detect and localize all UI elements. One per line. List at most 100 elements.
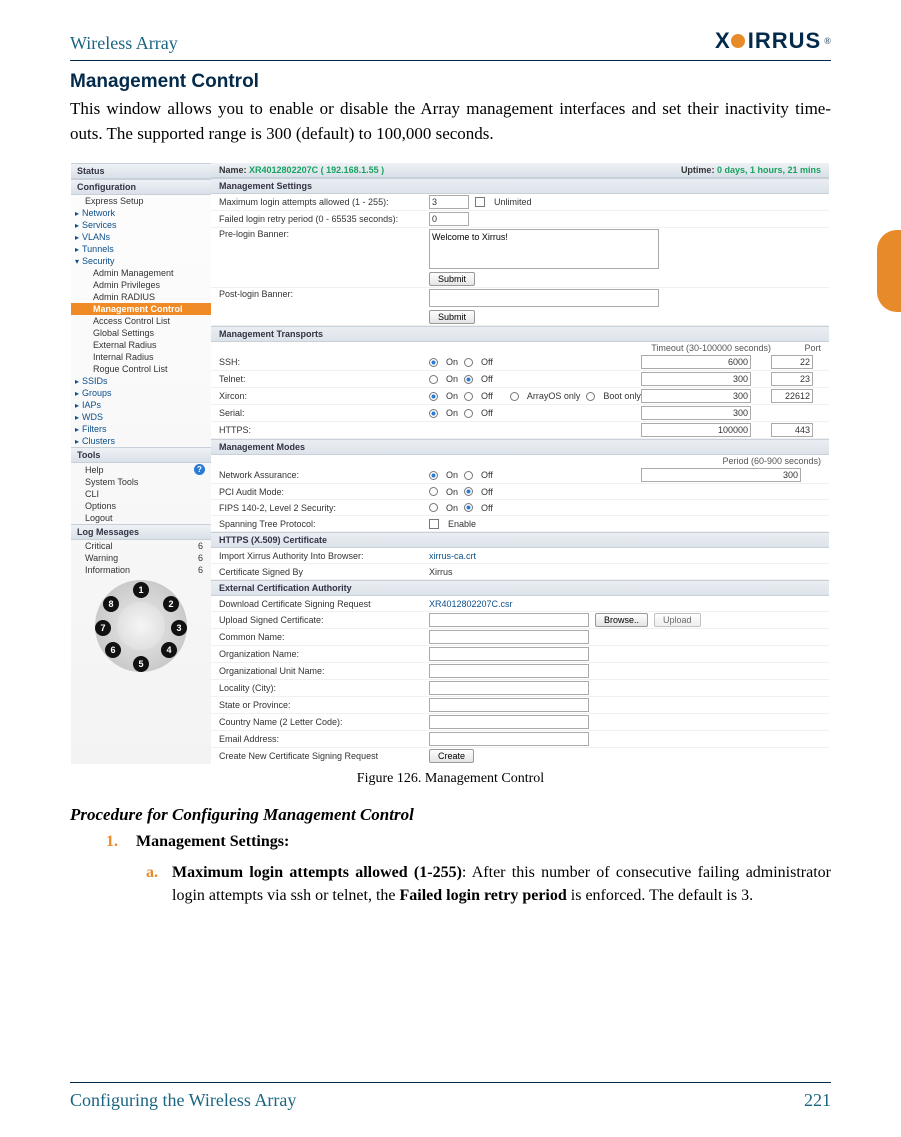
log-row-critical[interactable]: Critical 6: [71, 540, 211, 552]
telnet-port-input[interactable]: [771, 372, 813, 386]
nav-sub-rogue-control[interactable]: Rogue Control List: [71, 363, 211, 375]
postlogin-submit-button[interactable]: Submit: [429, 310, 475, 324]
registered-mark: ®: [824, 36, 831, 46]
nav-tool-options[interactable]: Options: [71, 500, 211, 512]
nav-item-express-setup[interactable]: Express Setup: [71, 195, 211, 207]
ssh-timeout-input[interactable]: [641, 355, 751, 369]
pci-on-radio[interactable]: [429, 487, 438, 496]
download-link[interactable]: XR4012802207C.csr: [429, 599, 821, 609]
transports-header-row: Timeout (30-100000 seconds) Port: [211, 342, 829, 354]
xircon-off-radio[interactable]: [464, 392, 473, 401]
xircon-timeout-input[interactable]: [641, 389, 751, 403]
prelogin-submit-button[interactable]: Submit: [429, 272, 475, 286]
nav-section-logs[interactable]: Log Messages: [71, 524, 211, 540]
browse-button[interactable]: Browse..: [595, 613, 648, 627]
group-https-cert: HTTPS (X.509) Certificate: [211, 532, 829, 548]
serial-off-radio[interactable]: [464, 409, 473, 418]
xircon-arrayos-radio[interactable]: [510, 392, 519, 401]
telnet-on-radio[interactable]: [429, 375, 438, 384]
na-period-input[interactable]: [641, 468, 801, 482]
nav-sub-internal-radius[interactable]: Internal Radius: [71, 351, 211, 363]
cn-input[interactable]: [429, 630, 589, 644]
nav-item-tunnels[interactable]: Tunnels: [71, 243, 211, 255]
ou-input[interactable]: [429, 664, 589, 678]
nav-sub-admin-management[interactable]: Admin Management: [71, 267, 211, 279]
import-link[interactable]: xirrus-ca.crt: [429, 551, 821, 561]
nav-tool-system[interactable]: System Tools: [71, 476, 211, 488]
radio-node: 6: [105, 642, 121, 658]
serial-on-radio[interactable]: [429, 409, 438, 418]
state-input[interactable]: [429, 698, 589, 712]
nav-sub-global-settings[interactable]: Global Settings: [71, 327, 211, 339]
nav-section-tools[interactable]: Tools: [71, 447, 211, 463]
https-port-input[interactable]: [771, 423, 813, 437]
xircon-on-radio[interactable]: [429, 392, 438, 401]
https-timeout-input[interactable]: [641, 423, 751, 437]
prelogin-textarea[interactable]: Welcome to Xirrus!: [429, 229, 659, 269]
log-row-info[interactable]: Information 6: [71, 564, 211, 576]
log-row-warning[interactable]: Warning 6: [71, 552, 211, 564]
telnet-off-radio[interactable]: [464, 375, 473, 384]
download-label: Download Certificate Signing Request: [219, 599, 429, 609]
nav-section-status[interactable]: Status: [71, 163, 211, 179]
fips-off-radio[interactable]: [464, 503, 473, 512]
nav-item-wds[interactable]: WDS: [71, 411, 211, 423]
row-create-csr: Create New Certificate Signing Request C…: [211, 748, 829, 764]
https-label: HTTPS:: [219, 425, 429, 435]
retry-input[interactable]: [429, 212, 469, 226]
nav-sub-acl[interactable]: Access Control List: [71, 315, 211, 327]
upload-label: Upload Signed Certificate:: [219, 615, 429, 625]
xircon-port-input[interactable]: [771, 389, 813, 403]
nav-sub-external-radius[interactable]: External Radius: [71, 339, 211, 351]
nav-item-vlans[interactable]: VLANs: [71, 231, 211, 243]
substep-bold2: Failed login retry period: [400, 887, 567, 904]
nav-sub-admin-privileges[interactable]: Admin Privileges: [71, 279, 211, 291]
email-input[interactable]: [429, 732, 589, 746]
nav-tool-help[interactable]: Help ?: [71, 463, 211, 476]
xircon-boot-radio[interactable]: [586, 392, 595, 401]
na-on-radio[interactable]: [429, 471, 438, 480]
postlogin-textarea[interactable]: [429, 289, 659, 307]
nav-item-iaps[interactable]: IAPs: [71, 399, 211, 411]
name-label: Name:: [219, 165, 247, 175]
ssh-port-input[interactable]: [771, 355, 813, 369]
nav-sub-admin-radius[interactable]: Admin RADIUS: [71, 291, 211, 303]
nav-item-groups[interactable]: Groups: [71, 387, 211, 399]
stp-enable-checkbox[interactable]: [429, 519, 439, 529]
nav-item-filters[interactable]: Filters: [71, 423, 211, 435]
nav-tool-cli[interactable]: CLI: [71, 488, 211, 500]
email-label: Email Address:: [219, 734, 429, 744]
substep-bold1: Maximum login attempts allowed (1-255): [172, 864, 462, 881]
nav-section-configuration[interactable]: Configuration: [71, 179, 211, 195]
ssh-off-radio[interactable]: [464, 358, 473, 367]
upload-button[interactable]: Upload: [654, 613, 701, 627]
nav-item-security[interactable]: Security: [71, 255, 211, 267]
xircon-label: Xircon:: [219, 391, 429, 401]
telnet-timeout-input[interactable]: [641, 372, 751, 386]
help-icon[interactable]: ?: [194, 464, 205, 475]
serial-timeout-input[interactable]: [641, 406, 751, 420]
ssh-label: SSH:: [219, 357, 429, 367]
nav-item-ssids[interactable]: SSIDs: [71, 375, 211, 387]
nav-tool-logout[interactable]: Logout: [71, 512, 211, 524]
timeout-header: Timeout (30-100000 seconds): [641, 343, 771, 353]
group-management-modes: Management Modes: [211, 439, 829, 455]
unlimited-checkbox[interactable]: [475, 197, 485, 207]
fips-on-radio[interactable]: [429, 503, 438, 512]
upload-path-input[interactable]: [429, 613, 589, 627]
mode-row-stp: Spanning Tree Protocol: Enable: [211, 516, 829, 532]
country-label: Country Name (2 Letter Code):: [219, 717, 429, 727]
country-input[interactable]: [429, 715, 589, 729]
nav-item-network[interactable]: Network: [71, 207, 211, 219]
pci-off-radio[interactable]: [464, 487, 473, 496]
ssh-on-radio[interactable]: [429, 358, 438, 367]
org-input[interactable]: [429, 647, 589, 661]
unlimited-label: Unlimited: [494, 197, 532, 207]
max-attempts-input[interactable]: [429, 195, 469, 209]
nav-sub-management-control[interactable]: Management Control: [71, 303, 211, 315]
city-input[interactable]: [429, 681, 589, 695]
nav-item-services[interactable]: Services: [71, 219, 211, 231]
create-csr-button[interactable]: Create: [429, 749, 474, 763]
na-off-radio[interactable]: [464, 471, 473, 480]
nav-item-clusters[interactable]: Clusters: [71, 435, 211, 447]
